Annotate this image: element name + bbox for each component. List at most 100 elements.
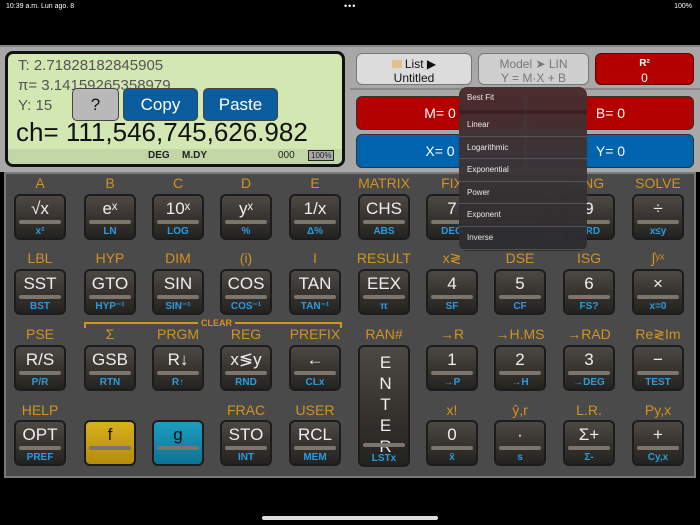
key--[interactable]: · s	[494, 420, 546, 466]
key-label: 6	[584, 274, 594, 293]
key-gsb[interactable]: GSB RTN	[84, 345, 136, 391]
key-g-label: SIN⁻¹	[165, 301, 191, 312]
key-g[interactable]: g	[152, 420, 204, 466]
menu-item-logarithmic[interactable]: Logarithmic	[459, 137, 587, 160]
help-button[interactable]: ?	[72, 88, 119, 121]
menu-item-inverse[interactable]: Inverse	[459, 227, 587, 250]
key-label: −	[653, 350, 663, 369]
key-ridge	[431, 295, 473, 299]
menu-item-exponent[interactable]: Exponent	[459, 204, 587, 227]
key-e-[interactable]: eˣ LN	[84, 194, 136, 240]
key-g-label: SF	[445, 301, 459, 312]
key-g-label: →P	[443, 377, 461, 388]
key-ridge	[637, 295, 679, 299]
copy-button[interactable]: Copy	[123, 88, 198, 121]
key-label: SIN	[163, 274, 193, 293]
key-label: 10ˣ	[165, 199, 191, 218]
key-shift-label: ISG	[576, 250, 602, 266]
menu-item-best-fit[interactable]: Best Fit	[459, 87, 587, 114]
status-battery: 100%	[674, 3, 692, 10]
key-1[interactable]: 1 →P	[426, 345, 478, 391]
key--[interactable]: Σ+ Σ-	[563, 420, 615, 466]
r2-button[interactable]: R² 0	[595, 53, 694, 85]
key-ridge	[294, 220, 336, 224]
list-button[interactable]: List ▶ Untitled	[356, 53, 472, 85]
key-g-label: P/R	[31, 377, 49, 388]
key-g-label: ABS	[373, 226, 395, 237]
key-face: 0 x̄	[428, 422, 476, 464]
key-f[interactable]: f	[84, 420, 136, 466]
key-ridge	[431, 371, 473, 375]
key-label: ←	[306, 350, 324, 369]
key-label: 4	[447, 274, 457, 293]
key-shift-label: DIM	[165, 250, 191, 266]
key--[interactable]: + Cy,x	[632, 420, 684, 466]
battery-indicator: 100%	[308, 150, 335, 161]
multitask-dots[interactable]: •••	[344, 1, 356, 11]
key-face: ← CLx	[291, 347, 339, 389]
key-label: SST	[23, 274, 57, 293]
key-ridge	[568, 446, 610, 450]
key-g-label: COS⁻¹	[230, 301, 262, 312]
key-ridge	[637, 446, 679, 450]
key-ridge	[225, 220, 267, 224]
paste-button[interactable]: Paste	[203, 88, 278, 121]
key-3[interactable]: 3 →DEG	[563, 345, 615, 391]
key-opt[interactable]: OPT PREF	[14, 420, 66, 466]
key-ridge	[294, 371, 336, 375]
model-menu: Best Fit Linear Logarithmic Exponential Powe…	[459, 87, 587, 251]
key-face: RCL MEM	[291, 422, 339, 464]
key-label: 1/x	[303, 199, 327, 218]
key-sst[interactable]: SST BST	[14, 269, 66, 315]
key-tan[interactable]: TAN TAN⁻¹	[289, 269, 341, 315]
key-2[interactable]: 2 →H	[494, 345, 546, 391]
key-0[interactable]: 0 x̄	[426, 420, 478, 466]
key-shift-label: PRGM	[157, 326, 199, 342]
key-1-x[interactable]: 1/x Δ%	[289, 194, 341, 240]
key-face: GTO HYP⁻¹	[86, 271, 134, 313]
key-enter[interactable]: ENTER LSTx	[358, 345, 410, 467]
key-eex[interactable]: EEX π	[358, 269, 410, 315]
key-face: R/S P/R	[16, 347, 64, 389]
key-ridge	[157, 371, 199, 375]
key--[interactable]: × x=0	[632, 269, 684, 315]
home-indicator[interactable]	[262, 516, 438, 520]
key-x-y[interactable]: x≶y RND	[220, 345, 272, 391]
menu-item-linear[interactable]: Linear	[459, 114, 587, 137]
key-ridge	[89, 220, 131, 224]
key-label: f	[107, 425, 113, 444]
key-5[interactable]: 5 CF	[494, 269, 546, 315]
key--[interactable]: − TEST	[632, 345, 684, 391]
key-rcl[interactable]: RCL MEM	[289, 420, 341, 466]
key-shift-label: →RAD	[567, 326, 611, 342]
model-button[interactable]: Model ➤ LIN Y = M·X + B	[478, 53, 589, 85]
key-label: R↓	[167, 350, 189, 369]
key-y-[interactable]: yˣ%	[220, 194, 272, 240]
key-cos[interactable]: COS COS⁻¹	[220, 269, 272, 315]
key-face: ÷ x≤y	[634, 196, 682, 238]
key-label: STO	[228, 425, 264, 444]
key-ridge	[225, 446, 267, 450]
key-sin[interactable]: SIN SIN⁻¹	[152, 269, 204, 315]
key-ridge	[637, 220, 679, 224]
key-gto[interactable]: GTO HYP⁻¹	[84, 269, 136, 315]
key-r-s[interactable]: R/S P/R	[14, 345, 66, 391]
key-shift-label: C	[172, 175, 184, 191]
key--[interactable]: ← CLx	[289, 345, 341, 391]
key-sto[interactable]: STO INT	[220, 420, 272, 466]
key-face: Σ+ Σ-	[565, 422, 613, 464]
key-r-[interactable]: R↓ R↑	[152, 345, 204, 391]
key-ridge	[89, 446, 131, 450]
r2-value: 0	[641, 71, 648, 85]
key--[interactable]: ÷ x≤y	[632, 194, 684, 240]
key-ridge	[568, 295, 610, 299]
key--x[interactable]: √x x²	[14, 194, 66, 240]
key-chs[interactable]: CHS ABS	[358, 194, 410, 240]
key-label: ·	[517, 425, 523, 444]
menu-item-exponential[interactable]: Exponential	[459, 159, 587, 182]
key-10-[interactable]: 10ˣ LOG	[152, 194, 204, 240]
menu-item-power[interactable]: Power	[459, 182, 587, 205]
status-time: 10:39 a.m. Lun ago. 8	[6, 3, 75, 10]
key-6[interactable]: 6 FS?	[563, 269, 615, 315]
key-4[interactable]: 4 SF	[426, 269, 478, 315]
